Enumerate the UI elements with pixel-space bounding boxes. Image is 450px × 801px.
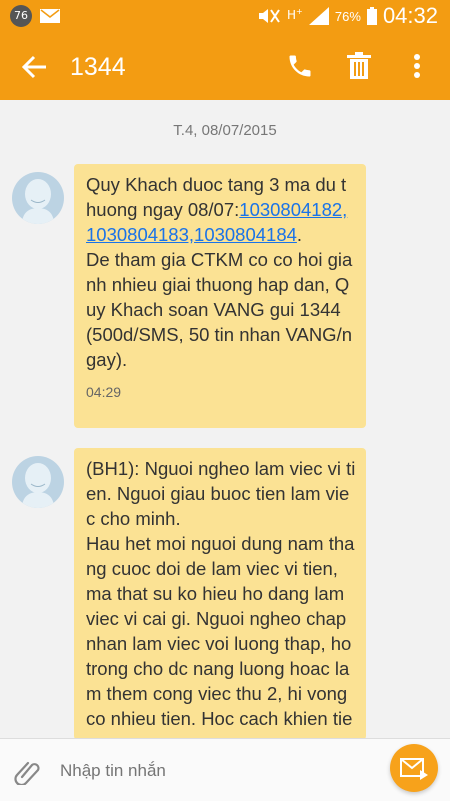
status-right: H + 76% 04:32 bbox=[257, 4, 438, 28]
conversation-title: 1344 bbox=[70, 53, 126, 81]
hplus-icon: H + bbox=[287, 7, 303, 22]
date-separator: T.4, 08/07/2015 bbox=[173, 122, 277, 139]
svg-text:H: H bbox=[287, 8, 296, 22]
message-timestamp: 04:29 bbox=[86, 384, 122, 400]
battery-percent: 76% bbox=[334, 8, 361, 24]
contact-avatar[interactable] bbox=[12, 456, 64, 508]
message-composer bbox=[0, 738, 450, 801]
message-text: (BH1): Nguoi ngheo lam viec vi tien. Ngu… bbox=[86, 458, 356, 740]
send-button[interactable] bbox=[390, 744, 438, 792]
notification-count-badge: 76 bbox=[10, 5, 32, 27]
person-avatar-icon bbox=[22, 463, 54, 508]
send-icon bbox=[400, 758, 428, 780]
more-vert-icon[interactable] bbox=[407, 51, 427, 81]
mail-icon bbox=[40, 9, 60, 23]
status-bar: 76 H + 76% 04:32 bbox=[0, 0, 450, 32]
message-bubble[interactable]: Quy Khach duoc tang 3 ma du thuong ngay … bbox=[74, 164, 366, 428]
svg-text:+: + bbox=[296, 7, 303, 16]
person-avatar-icon bbox=[22, 179, 54, 224]
trash-icon[interactable] bbox=[345, 51, 373, 81]
status-left: 76 bbox=[10, 5, 60, 27]
signal-icon bbox=[308, 7, 329, 25]
message-input[interactable] bbox=[58, 755, 362, 787]
contact-avatar[interactable] bbox=[12, 172, 64, 224]
message-text-body: . De tham gia CTKM co co hoi gianh nhieu… bbox=[86, 224, 353, 370]
message-text: Quy Khach duoc tang 3 ma du thuong ngay … bbox=[86, 172, 356, 372]
phone-icon[interactable] bbox=[286, 52, 314, 80]
clock: 04:32 bbox=[382, 3, 438, 28]
attach-icon[interactable] bbox=[14, 757, 42, 785]
mute-icon bbox=[258, 9, 280, 23]
battery-icon bbox=[366, 7, 377, 25]
back-arrow-icon[interactable] bbox=[18, 52, 50, 82]
message-bubble[interactable]: (BH1): Nguoi ngheo lam viec vi tien. Ngu… bbox=[74, 448, 366, 740]
app-bar: 1344 bbox=[0, 32, 450, 100]
